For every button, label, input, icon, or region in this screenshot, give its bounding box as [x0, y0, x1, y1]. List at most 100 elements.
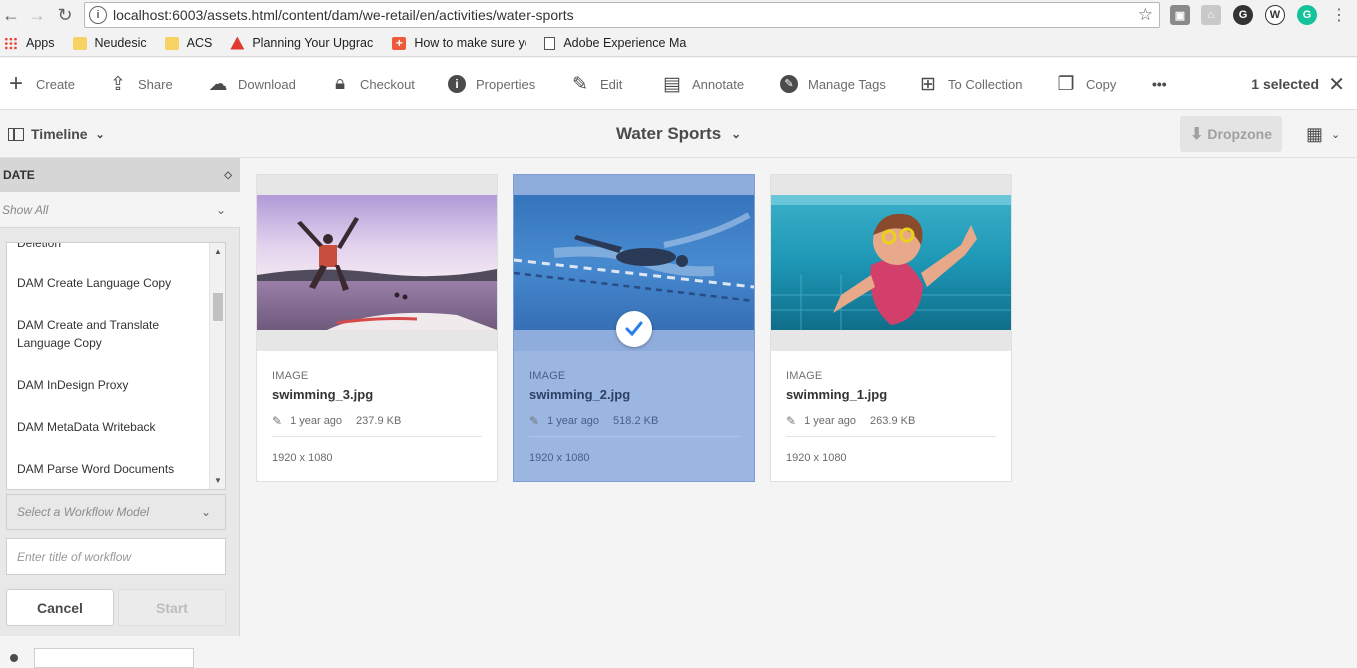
- list-item[interactable]: DAM MetaData Writeback: [17, 418, 202, 436]
- checkout-button[interactable]: 🔒︎ Checkout: [330, 58, 415, 110]
- list-item[interactable]: Deletion: [17, 243, 202, 252]
- bookmark-acs[interactable]: ACS: [164, 36, 213, 50]
- comment-icon: ▤: [663, 73, 681, 95]
- bookmark-planning[interactable]: Planning Your Upgrac: [230, 36, 374, 50]
- address-url: localhost:6003/assets.html/content/dam/w…: [113, 7, 574, 23]
- date-section-header[interactable]: DATE ◇: [0, 158, 240, 192]
- annotate-label: Annotate: [692, 76, 745, 92]
- dropzone-button[interactable]: ⬇ Dropzone: [1180, 116, 1282, 152]
- bookmark-star-icon[interactable]: ☆: [1138, 5, 1153, 25]
- asset-modified: 1 year ago: [290, 415, 343, 427]
- address-bar[interactable]: i localhost:6003/assets.html/content/dam…: [84, 2, 1160, 28]
- extension-g-icon[interactable]: G: [1233, 5, 1253, 25]
- list-item[interactable]: DAM Create and Translate Language Copy: [17, 316, 177, 352]
- chevron-down-icon: ⌄: [95, 128, 105, 141]
- pencil-icon: ✎: [572, 73, 588, 95]
- browser-menu-icon[interactable]: ⋮: [1328, 4, 1350, 26]
- asset-card[interactable]: IMAGE swimming_3.jpg ✎ 1 year ago 237.9 …: [256, 174, 498, 482]
- manage-tags-label: Manage Tags: [808, 76, 886, 92]
- close-selection-icon[interactable]: ✕: [1328, 58, 1345, 110]
- copy-button[interactable]: ❐ Copy: [1056, 58, 1116, 110]
- share-icon: ⇪: [110, 73, 126, 95]
- page-title: Water Sports: [616, 124, 722, 143]
- pencil-icon: ✎: [272, 414, 283, 428]
- extension-grammarly-icon[interactable]: G: [1297, 5, 1317, 25]
- thumbnail-image: [257, 195, 497, 330]
- date-filter-select[interactable]: Show All ⌄: [0, 192, 240, 228]
- asset-size: 263.9 KB: [870, 415, 916, 427]
- asset-name[interactable]: swimming_2.jpg: [529, 387, 630, 402]
- scroll-down-icon[interactable]: ▼: [214, 476, 222, 485]
- sort-arrows-icon: ◇: [224, 169, 232, 181]
- asset-dimensions: 1920 x 1080: [272, 452, 333, 464]
- check-icon[interactable]: [616, 311, 652, 347]
- left-rail: DATE ◇ Show All ⌄ Deletion DAM Create La…: [0, 158, 240, 668]
- asset-type: IMAGE: [272, 370, 309, 382]
- view-switcher-button[interactable]: ▦ ⌄: [1306, 110, 1340, 158]
- scrollbar[interactable]: ▲ ▼: [209, 243, 225, 489]
- start-button[interactable]: Start: [118, 589, 226, 626]
- edit-button[interactable]: ✎ Edit: [570, 58, 622, 110]
- bookmark-apps[interactable]: Apps: [4, 36, 55, 50]
- lock-icon: 🔒︎: [334, 73, 346, 94]
- thumbnail-image: [771, 195, 1011, 330]
- bookmark-how-to[interactable]: + How to make sure yo: [392, 36, 526, 50]
- page-title-button[interactable]: Water Sports ⌄: [616, 110, 741, 158]
- checkout-label: Checkout: [360, 76, 415, 92]
- action-bar: + Create ⇪ Share ☁ Download 🔒︎ Checkout …: [0, 58, 1357, 110]
- asset-type: IMAGE: [529, 370, 566, 382]
- rail-toggle-button[interactable]: Timeline ⌄: [8, 110, 105, 158]
- forward-arrow-icon[interactable]: →: [26, 4, 48, 26]
- asset-card[interactable]: IMAGE swimming_1.jpg ✎ 1 year ago 263.9 …: [770, 174, 1012, 482]
- more-actions-button[interactable]: •••: [1152, 58, 1167, 110]
- list-item[interactable]: DAM Parse Word Documents: [17, 460, 202, 478]
- list-item[interactable]: DAM InDesign Proxy: [17, 376, 202, 394]
- cancel-button[interactable]: Cancel: [6, 589, 114, 626]
- bookmark-label: How to make sure yo: [414, 36, 527, 50]
- properties-button[interactable]: i Properties: [448, 58, 535, 110]
- bookmark-label: Planning Your Upgrac: [252, 36, 374, 50]
- asset-modified: 1 year ago: [547, 415, 600, 427]
- reload-icon[interactable]: ↻: [54, 4, 76, 26]
- asset-name[interactable]: swimming_3.jpg: [272, 387, 373, 402]
- content-header: Timeline ⌄ Water Sports ⌄ ⬇ Dropzone ▦ ⌄: [0, 110, 1357, 158]
- bookmark-neudesic[interactable]: Neudesic: [72, 36, 147, 50]
- download-button[interactable]: ☁ Download: [208, 58, 296, 110]
- plus-icon: +: [392, 36, 407, 50]
- section-label: DATE: [3, 168, 35, 182]
- manage-tags-button[interactable]: ✎ Manage Tags: [780, 58, 886, 110]
- properties-label: Properties: [476, 76, 536, 92]
- dropzone-label: Dropzone: [1207, 126, 1272, 142]
- workflow-model-list[interactable]: Deletion DAM Create Language Copy DAM Cr…: [6, 242, 226, 490]
- asset-name[interactable]: swimming_1.jpg: [786, 387, 887, 402]
- bookmark-label: ACS: [186, 36, 213, 50]
- scroll-up-icon[interactable]: ▲: [214, 247, 222, 256]
- asset-dimensions: 1920 x 1080: [786, 452, 847, 464]
- extension-pdf-icon[interactable]: ⌂: [1201, 5, 1221, 25]
- extension-w-icon[interactable]: W: [1265, 5, 1285, 25]
- annotate-button[interactable]: ▤ Annotate: [662, 58, 744, 110]
- thumbnail-frame: [771, 175, 1011, 351]
- browser-toolbar: ← → ↻ i localhost:6003/assets.html/conte…: [0, 0, 1357, 30]
- to-collection-button[interactable]: ⊞ To Collection: [918, 58, 1022, 110]
- create-button[interactable]: + Create: [6, 58, 75, 110]
- scrollbar-thumb[interactable]: [213, 293, 223, 321]
- back-arrow-icon[interactable]: ←: [0, 4, 22, 26]
- edit-label: Edit: [600, 76, 623, 92]
- footer-input[interactable]: [34, 648, 194, 668]
- workflow-model-select[interactable]: Select a Workflow Model ⌄: [6, 494, 226, 530]
- pencil-icon: ✎: [529, 414, 540, 428]
- extension-shield-icon[interactable]: ▣: [1170, 5, 1190, 25]
- pencil-icon: ✎: [786, 414, 797, 428]
- list-item[interactable]: DAM Create Language Copy: [17, 274, 202, 292]
- folder-icon: [164, 36, 179, 50]
- share-button[interactable]: ⇪ Share: [108, 58, 173, 110]
- chevron-down-icon: ⌄: [1331, 128, 1341, 141]
- rail-toggle-label: Timeline: [31, 126, 88, 142]
- info-icon[interactable]: i: [89, 6, 107, 24]
- workflow-title-input[interactable]: Enter title of workflow: [6, 538, 226, 575]
- chevron-down-icon: ⌄: [731, 127, 742, 141]
- asset-card-selected[interactable]: IMAGE swimming_2.jpg ✎ 1 year ago 518.2 …: [513, 174, 755, 482]
- bookmark-label: Neudesic: [94, 36, 147, 50]
- bookmark-adobe-experience[interactable]: Adobe Experience Ma: [544, 36, 688, 50]
